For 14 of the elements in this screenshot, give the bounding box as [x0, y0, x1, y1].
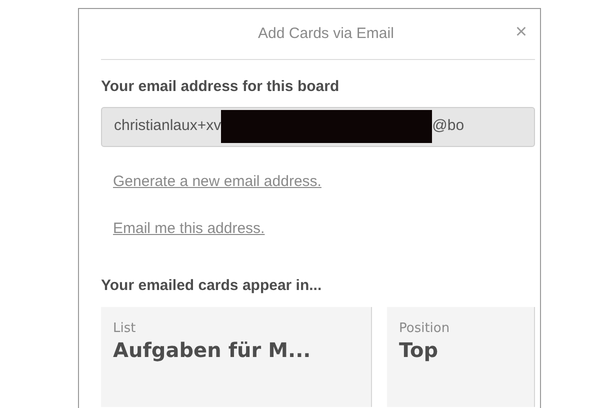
text-link[interactable]: Generate a new email address.	[113, 170, 322, 193]
field-text: christianlaux+xv	[114, 116, 222, 136]
select-button[interactable]: Position Top	[387, 307, 535, 407]
select-button[interactable]: List Aufgaben für M...	[101, 307, 372, 407]
select-label: Position	[399, 321, 450, 337]
select-value: Top	[399, 337, 438, 363]
section-heading: Your email address for this board	[101, 77, 340, 97]
select-value: Aufgaben für M...	[113, 337, 311, 363]
select-label: List	[113, 321, 136, 337]
text-link[interactable]: Email me this address.	[113, 218, 265, 240]
popover-title: Add Cards via Email	[257, 24, 394, 44]
field-text: @bo	[432, 116, 464, 136]
section-heading: Your emailed cards appear in...	[101, 276, 323, 296]
email-field[interactable]: christianlaux+xv @bo	[101, 106, 535, 146]
